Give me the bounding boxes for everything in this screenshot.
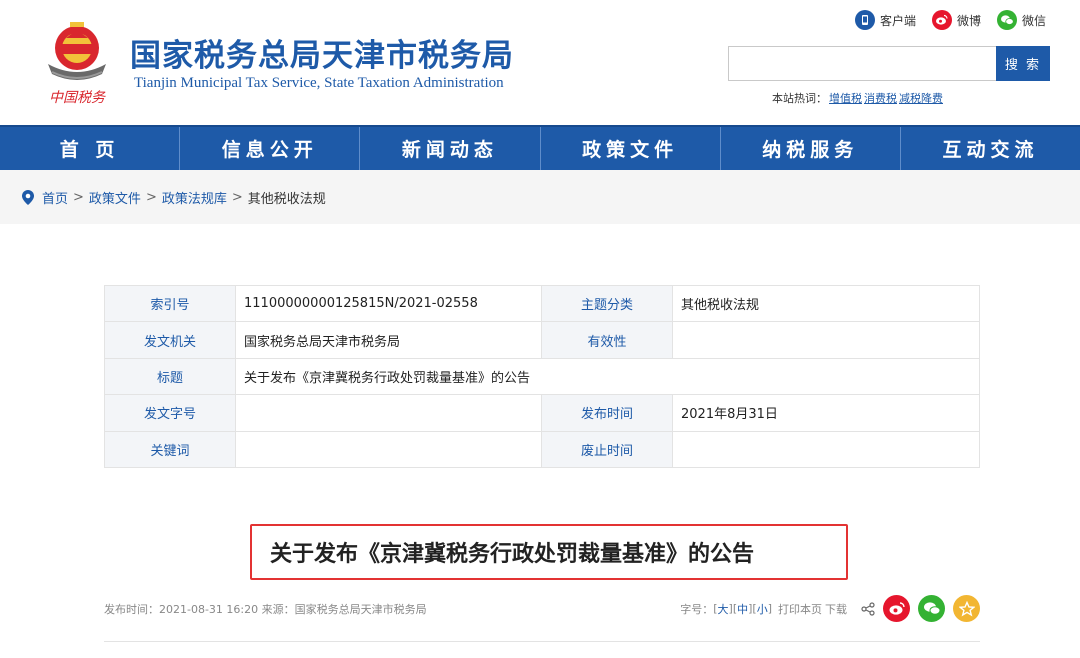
weibo-link-label: 微博 — [956, 13, 981, 28]
table-row: 索引号 11100000000125815N/2021-02558 主题分类 其… — [104, 284, 980, 323]
title-label: 标题 — [104, 357, 236, 396]
topic-label: 主题分类 — [541, 284, 673, 323]
breadcrumb-policy-library[interactable]: 政策法规库 — [162, 188, 227, 207]
topic-value: 其他税收法规 — [672, 284, 980, 323]
hot-word-tax-cut[interactable]: 减税降费 — [899, 92, 943, 105]
search-input[interactable] — [728, 46, 996, 81]
article-meta: 发布时间：2021-08-31 16:20 来源：国家税务总局天津市税务局 — [104, 603, 427, 616]
search-button[interactable]: 搜 索 — [996, 46, 1050, 81]
print-button[interactable]: 打印本页 — [778, 601, 822, 617]
share-icon[interactable] — [861, 601, 875, 616]
pubdate-value: 2021年8月31日 — [672, 394, 980, 432]
validity-label: 有效性 — [541, 321, 673, 359]
wechat-icon — [923, 602, 940, 615]
nav-news[interactable]: 新闻动态 — [360, 127, 541, 170]
hot-words: 本站热词： 增值税 消费税 减税降费 — [772, 90, 943, 106]
abolish-label: 废止时间 — [541, 430, 673, 468]
font-medium-button[interactable]: 中 — [737, 601, 748, 617]
divider — [104, 641, 980, 642]
site-header: 中国税务 国家税务总局天津市税务局 Tianjin Municipal Tax … — [0, 0, 1080, 125]
document-info-table: 索引号 11100000000125815N/2021-02558 主题分类 其… — [104, 284, 980, 468]
wechat-link-label: 微信 — [1021, 13, 1046, 28]
article-title-box: 关于发布《京津冀税务行政处罚裁量基准》的公告 — [250, 524, 848, 580]
download-button[interactable]: 下载 — [825, 601, 847, 617]
weibo-icon — [931, 10, 952, 30]
table-row: 标题 关于发布《京津冀税务行政处罚裁量基准》的公告 — [104, 357, 980, 396]
hot-words-label: 本站热词： — [772, 92, 827, 105]
table-row: 发文机关 国家税务总局天津市税务局 有效性 — [104, 321, 980, 359]
font-small-button[interactable]: 小 — [757, 601, 768, 617]
hot-word-vat[interactable]: 增值税 — [829, 92, 862, 105]
breadcrumb-policy[interactable]: 政策文件 — [89, 188, 141, 207]
table-row: 发文字号 发布时间 2021年8月31日 — [104, 394, 980, 432]
mobile-icon — [854, 10, 875, 30]
breadcrumb-separator: > — [73, 190, 84, 205]
wechat-icon — [996, 10, 1017, 30]
weibo-link[interactable]: 微博 — [931, 10, 981, 30]
issuer-value: 国家税务总局天津市税务局 — [235, 321, 542, 359]
site-title[interactable]: 国家税务总局天津市税务局 — [130, 30, 514, 75]
wechat-link[interactable]: 微信 — [996, 10, 1046, 30]
docno-label: 发文字号 — [104, 394, 236, 432]
breadcrumb-separator: > — [145, 190, 157, 205]
article-tools: 字号： [大] [中] [小] 打印本页 下载 — [680, 595, 980, 622]
breadcrumb-separator: > — [231, 190, 243, 205]
star-icon — [958, 600, 975, 616]
article-title: 关于发布《京津冀税务行政处罚裁量基准》的公告 — [270, 542, 755, 567]
title-value: 关于发布《京津冀税务行政处罚裁量基准》的公告 — [235, 357, 980, 396]
site-subtitle: Tianjin Municipal Tax Service, State Tax… — [134, 75, 504, 91]
issuer-label: 发文机关 — [104, 321, 236, 359]
keyword-value — [235, 430, 542, 468]
top-links: 客户端 微博 微信 — [854, 10, 1046, 30]
location-pin-icon — [22, 190, 34, 205]
font-size-label: 字号： — [680, 602, 714, 616]
nav-interaction[interactable]: 互动交流 — [901, 127, 1080, 170]
font-large-button[interactable]: 大 — [718, 601, 729, 617]
client-link-label: 客户端 — [879, 13, 916, 28]
nav-tax-service[interactable]: 纳税服务 — [721, 127, 901, 170]
abolish-value — [672, 430, 980, 468]
validity-value — [672, 321, 980, 359]
breadcrumb: 首页 > 政策文件 > 政策法规库 > 其他税收法规 — [22, 188, 326, 207]
breadcrumb-home[interactable]: 首页 — [42, 188, 68, 207]
nav-home[interactable]: 首 页 — [0, 127, 181, 170]
breadcrumb-current: 其他税收法规 — [247, 192, 326, 207]
tax-emblem-logo[interactable]: 中国税务 — [38, 14, 116, 110]
pubdate-label: 发布时间 — [541, 394, 673, 432]
search-bar: 搜 索 — [728, 46, 1050, 81]
nav-info-disclosure[interactable]: 信息公开 — [180, 127, 361, 170]
client-link[interactable]: 客户端 — [854, 10, 916, 30]
docno-value — [235, 394, 542, 432]
table-row: 关键词 废止时间 — [104, 430, 980, 468]
index-value: 11100000000125815N/2021-02558 — [235, 284, 542, 323]
keyword-label: 关键词 — [104, 430, 236, 468]
main-nav: 首 页 信息公开 新闻动态 政策文件 纳税服务 互动交流 — [0, 125, 1080, 170]
weibo-icon — [889, 602, 905, 615]
hot-word-consumption-tax[interactable]: 消费税 — [864, 92, 897, 105]
share-wechat-button[interactable] — [918, 595, 945, 622]
nav-policy[interactable]: 政策文件 — [541, 127, 721, 170]
logo-text: 中国税务 — [49, 90, 106, 106]
favorite-button[interactable] — [953, 595, 980, 622]
share-weibo-button[interactable] — [883, 595, 910, 622]
index-label: 索引号 — [104, 284, 236, 323]
